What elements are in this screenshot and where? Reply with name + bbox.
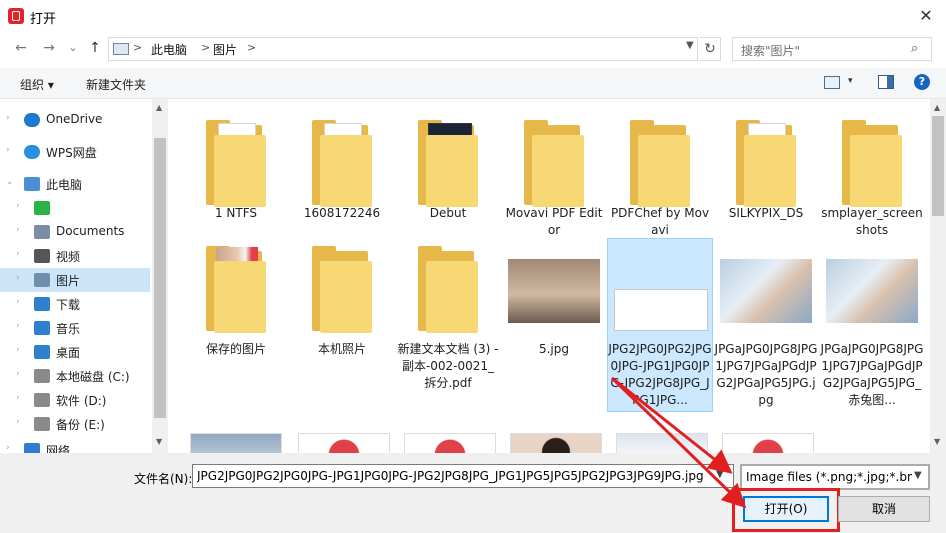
arrow-to-filename xyxy=(611,376,733,474)
annotation-arrows xyxy=(610,376,747,509)
arrow-to-open-button xyxy=(610,376,747,509)
